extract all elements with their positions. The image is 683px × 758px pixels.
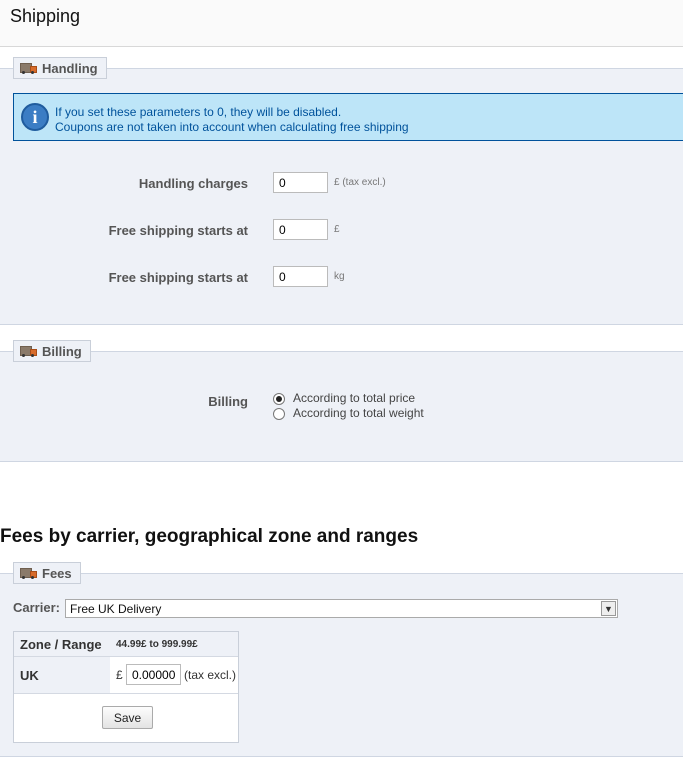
billing-legend-label: Billing — [42, 343, 82, 359]
free-shipping-price-unit: £ — [334, 224, 340, 235]
billing-legend: Billing — [13, 340, 91, 362]
truck-icon — [20, 345, 37, 357]
handling-legend: Handling — [13, 57, 107, 79]
tax-excl-label: (tax excl.) — [184, 668, 237, 682]
fees-legend-label: Fees — [42, 565, 72, 581]
info-text-line2: Coupons are not taken into account when … — [55, 120, 409, 134]
radio-selected-dot — [276, 396, 282, 402]
table-divider — [14, 693, 238, 694]
fees-heading: Fees by carrier, geographical zone and r… — [0, 526, 419, 547]
page-header: Shipping — [0, 0, 683, 47]
currency-symbol: £ — [116, 668, 123, 682]
range-header: 44.99£ to 999.99£ — [116, 639, 198, 650]
fees-legend: Fees — [13, 562, 81, 584]
free-shipping-weight-label: Free shipping starts at — [108, 270, 248, 285]
billing-total-weight-label[interactable]: According to total weight — [293, 406, 424, 420]
info-message: i If you set these parameters to 0, they… — [13, 93, 683, 141]
handling-legend-label: Handling — [42, 60, 98, 76]
truck-icon — [20, 62, 37, 74]
billing-panel-top-border — [0, 351, 683, 352]
free-shipping-price-input[interactable] — [273, 219, 328, 240]
truck-icon — [20, 567, 37, 579]
free-shipping-price-label: Free shipping starts at — [108, 223, 248, 238]
handling-charges-label: Handling charges — [138, 176, 248, 191]
billing-total-price-radio[interactable] — [273, 393, 285, 405]
carrier-select[interactable]: Free UK Delivery ▼ — [65, 599, 618, 618]
free-shipping-weight-unit: kg — [334, 271, 345, 282]
free-shipping-weight-input[interactable] — [273, 266, 328, 287]
zone-name: UK — [20, 668, 39, 683]
carrier-label: Carrier: — [13, 600, 60, 615]
zone-fee-input[interactable] — [126, 664, 181, 685]
billing-total-weight-radio[interactable] — [273, 408, 285, 420]
info-icon: i — [21, 103, 49, 131]
page-title: Shipping — [10, 6, 81, 26]
save-button[interactable]: Save — [102, 706, 153, 729]
billing-total-price-label[interactable]: According to total price — [293, 391, 415, 405]
chevron-down-icon[interactable]: ▼ — [601, 601, 616, 616]
handling-charges-input[interactable] — [273, 172, 328, 193]
info-text-line1: If you set these parameters to 0, they w… — [55, 105, 342, 119]
fees-table-box: Zone / Range 44.99£ to 999.99£ UK £ (tax… — [13, 631, 239, 743]
fees-panel-top-border — [0, 573, 683, 574]
carrier-selected-value: Free UK Delivery — [70, 602, 162, 616]
zone-range-header: Zone / Range — [20, 637, 102, 652]
handling-charges-unit: £ (tax excl.) — [334, 177, 386, 188]
billing-label: Billing — [208, 394, 248, 409]
